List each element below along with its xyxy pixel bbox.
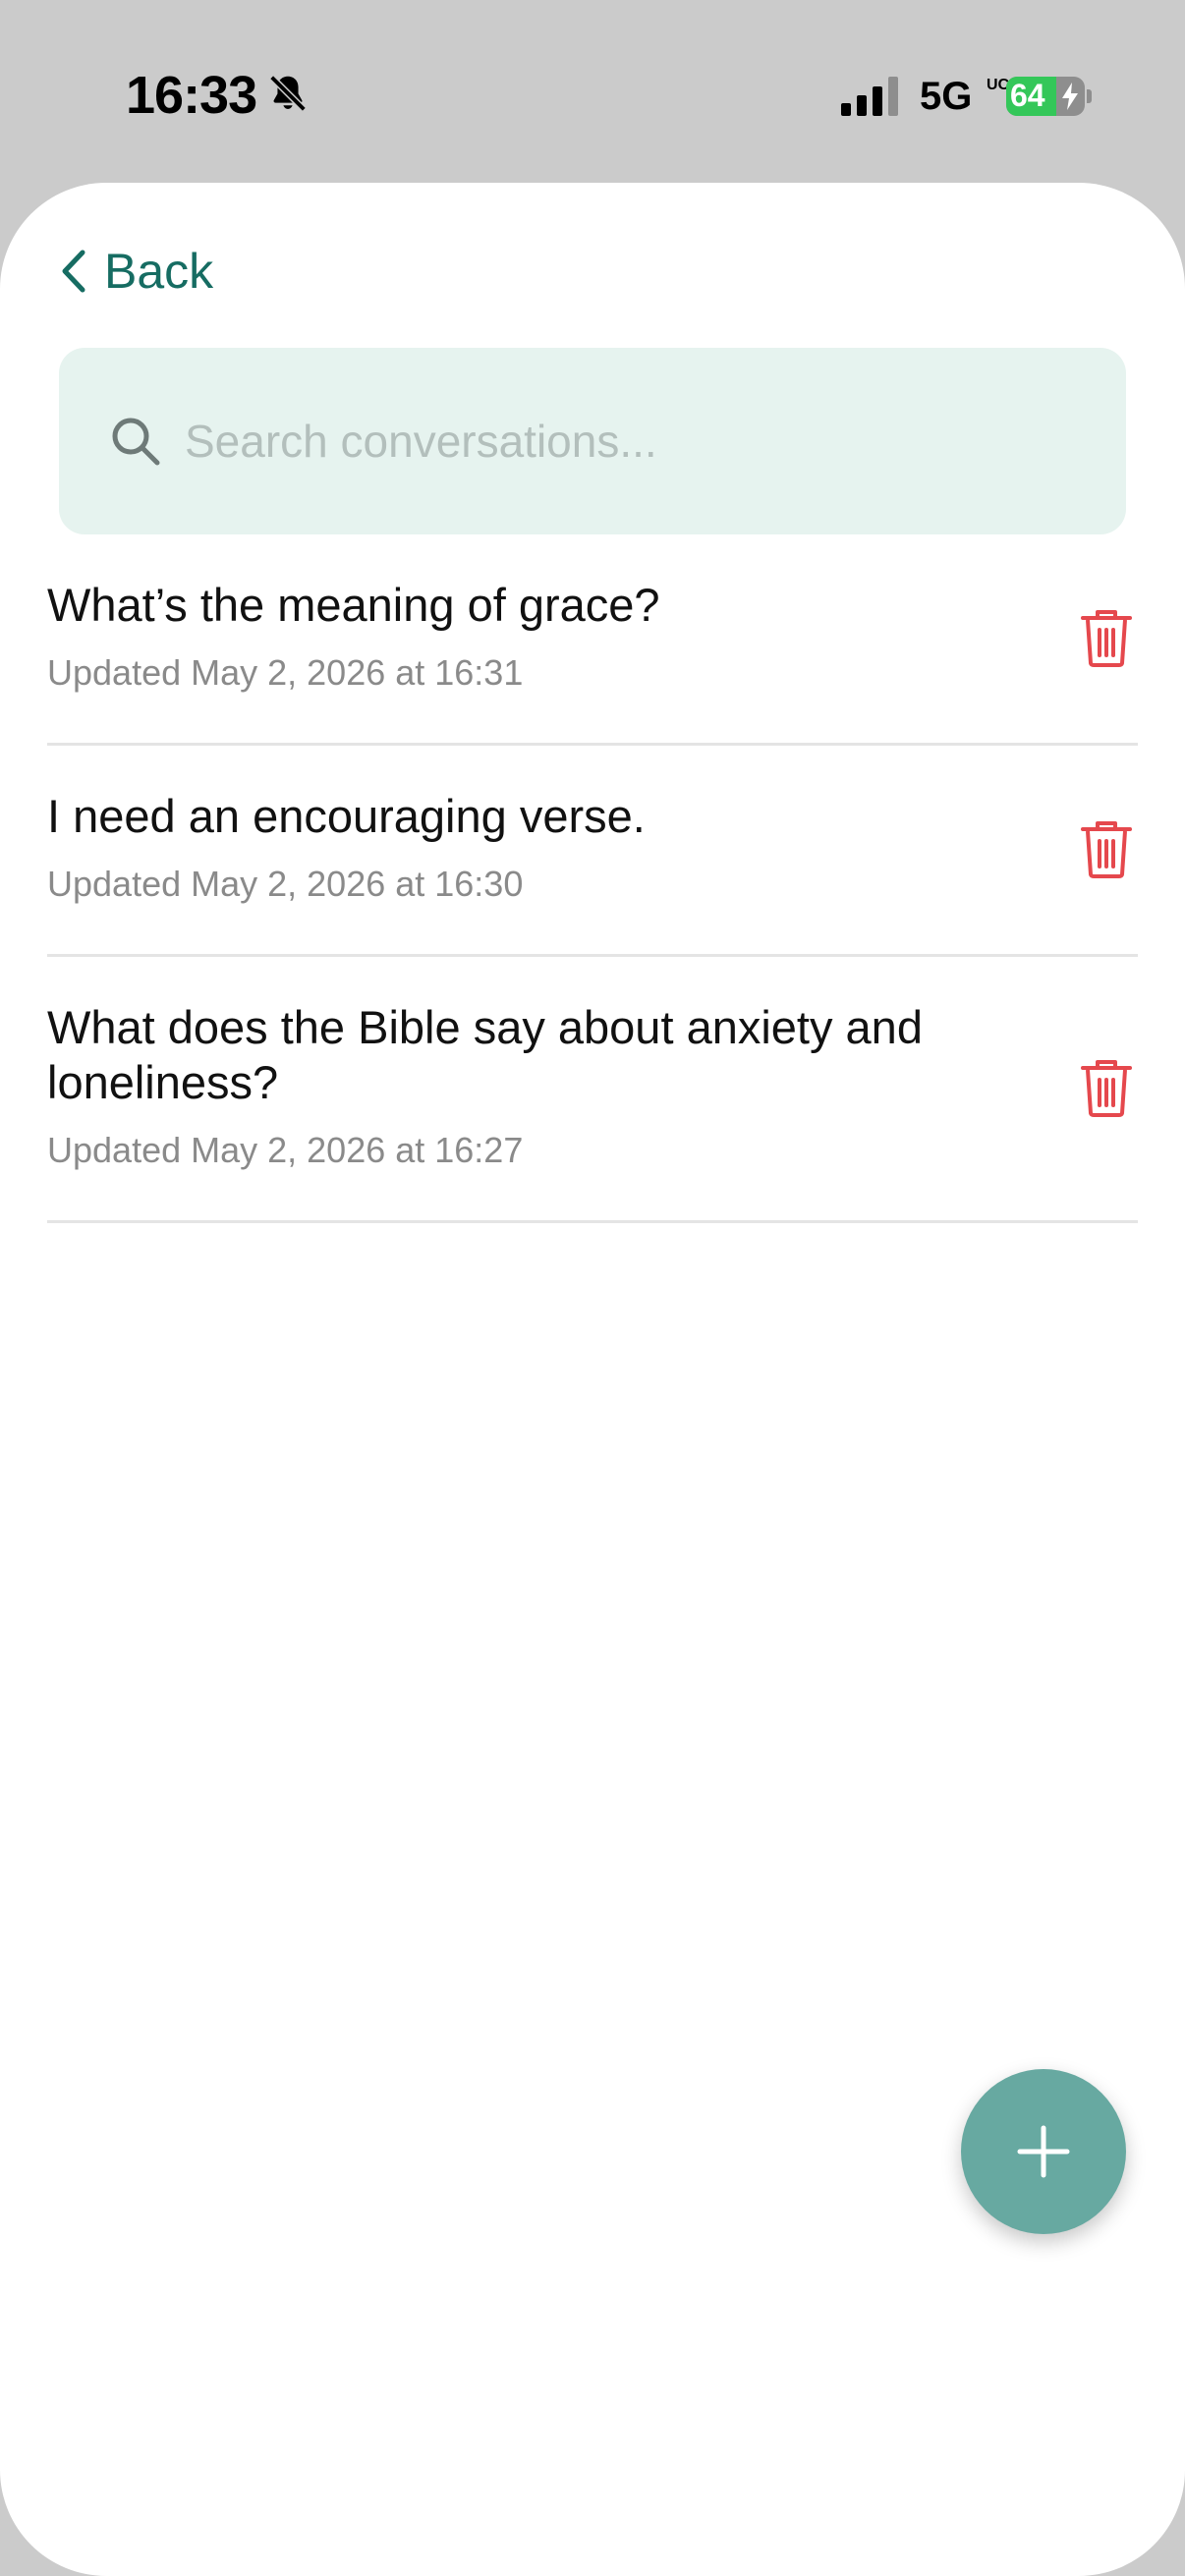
conversation-title: I need an encouraging verse. <box>47 790 646 842</box>
trash-icon <box>1081 1060 1132 1117</box>
chevron-left-icon <box>57 247 90 296</box>
conversation-title: What does the Bible say about anxiety an… <box>47 1001 923 1108</box>
status-bar: 16:33 5G UC 64 <box>0 0 1185 183</box>
delete-conversation-button[interactable] <box>1079 608 1134 669</box>
plus-icon <box>1017 2125 1070 2178</box>
search-input[interactable] <box>185 415 1069 468</box>
conversation-updated: Updated May 2, 2026 at 16:31 <box>47 652 524 693</box>
back-label: Back <box>104 244 214 299</box>
cellular-signal-icon <box>841 77 902 116</box>
conversation-item[interactable]: What does the Bible say about anxiety an… <box>47 957 1138 1223</box>
conversation-updated: Updated May 2, 2026 at 16:27 <box>47 1130 524 1170</box>
status-time: 16:33 <box>126 66 257 125</box>
search-bar[interactable] <box>59 348 1126 534</box>
bolt-icon <box>1061 83 1079 110</box>
conversation-list: What’s the meaning of grace? Updated May… <box>47 534 1138 1223</box>
battery-cap <box>1087 89 1092 103</box>
conversation-item[interactable]: What’s the meaning of grace? Updated May… <box>47 534 1138 746</box>
screen: 16:33 5G UC 64 Back Search conversations… <box>0 0 1185 2576</box>
conversation-updated: Updated May 2, 2026 at 16:30 <box>47 864 524 904</box>
delete-conversation-button[interactable] <box>1079 819 1134 880</box>
trash-icon <box>1081 821 1132 878</box>
network-label: 5G <box>920 75 973 118</box>
bell-slash-icon <box>265 71 310 116</box>
back-button[interactable]: Back <box>57 240 213 303</box>
delete-conversation-button[interactable] <box>1079 1058 1134 1119</box>
new-conversation-button[interactable] <box>961 2069 1126 2234</box>
search-icon <box>108 414 163 469</box>
conversation-title: What’s the meaning of grace? <box>47 579 660 631</box>
battery-level: 64 <box>1010 78 1045 113</box>
battery-indicator: 64 <box>1006 77 1085 116</box>
trash-icon <box>1081 610 1132 667</box>
conversation-item[interactable]: I need an encouraging verse. Updated May… <box>47 746 1138 957</box>
network-sub-label: UC <box>987 77 1010 93</box>
